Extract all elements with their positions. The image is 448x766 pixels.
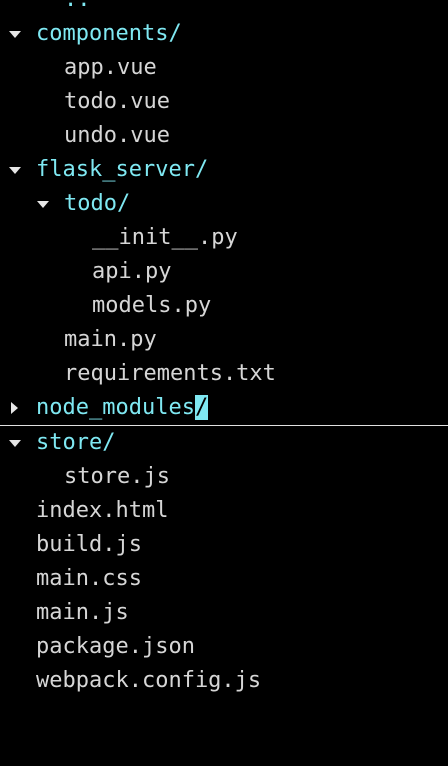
file-label: build.js xyxy=(36,532,142,557)
folder-label: node_modules/ xyxy=(36,391,209,425)
folder-label: store/ xyxy=(36,430,116,455)
tree-row-build-js[interactable]: build.js xyxy=(0,528,448,562)
file-label: models.py xyxy=(92,293,212,318)
tree-row-models-py[interactable]: models.py xyxy=(0,289,448,323)
tree-row-api-py[interactable]: api.py xyxy=(0,255,448,289)
file-tree: .. components/ app.vue todo.vue undo.vue… xyxy=(0,0,448,698)
tree-row-webpack-config-js[interactable]: webpack.config.js xyxy=(0,664,448,698)
tree-row-main-js[interactable]: main.js xyxy=(0,596,448,630)
file-label: __init__.py xyxy=(92,225,238,250)
tree-row-undo-vue[interactable]: undo.vue xyxy=(0,119,448,153)
file-label: undo.vue xyxy=(64,123,170,148)
expanded-arrow-icon[interactable] xyxy=(8,426,24,460)
tree-row-components[interactable]: components/ xyxy=(0,17,448,51)
tree-row-package-json[interactable]: package.json xyxy=(0,630,448,664)
tree-row-flask-server[interactable]: flask_server/ xyxy=(0,153,448,187)
folder-name: node_modules xyxy=(36,395,195,420)
tree-row-init-py[interactable]: __init__.py xyxy=(0,221,448,255)
file-label: package.json xyxy=(36,634,195,659)
tree-row-todo-vue[interactable]: todo.vue xyxy=(0,85,448,119)
text-cursor: / xyxy=(194,395,209,420)
file-label: todo.vue xyxy=(64,89,170,114)
tree-row-store[interactable]: store/ xyxy=(0,426,448,460)
file-label: webpack.config.js xyxy=(36,668,262,693)
folder-label: components/ xyxy=(36,21,182,46)
file-label: main.js xyxy=(36,600,129,625)
file-label: app.vue xyxy=(64,55,157,80)
file-label: requirements.txt xyxy=(64,361,276,386)
tree-row-store-js[interactable]: store.js xyxy=(0,460,448,494)
file-label: api.py xyxy=(92,259,172,284)
folder-label: flask_server/ xyxy=(36,157,209,182)
tree-row-todo-dir[interactable]: todo/ xyxy=(0,187,448,221)
tree-row-node-modules[interactable]: node_modules/ xyxy=(0,391,448,426)
collapsed-arrow-icon[interactable] xyxy=(8,391,24,425)
tree-row-app-vue[interactable]: app.vue xyxy=(0,51,448,85)
file-label: main.css xyxy=(36,566,142,591)
tree-row-main-py[interactable]: main.py xyxy=(0,323,448,357)
expanded-arrow-icon[interactable] xyxy=(8,17,24,51)
file-label: main.py xyxy=(64,327,157,352)
expanded-arrow-icon[interactable] xyxy=(8,153,24,187)
tree-row-parent[interactable]: .. xyxy=(0,0,448,17)
folder-label: todo/ xyxy=(64,191,131,216)
tree-row-requirements-txt[interactable]: requirements.txt xyxy=(0,357,448,391)
tree-row-main-css[interactable]: main.css xyxy=(0,562,448,596)
tree-row-label: .. xyxy=(64,0,91,17)
expanded-arrow-icon[interactable] xyxy=(36,187,52,221)
file-label: store.js xyxy=(64,464,170,489)
file-label: index.html xyxy=(36,498,169,523)
tree-row-index-html[interactable]: index.html xyxy=(0,494,448,528)
